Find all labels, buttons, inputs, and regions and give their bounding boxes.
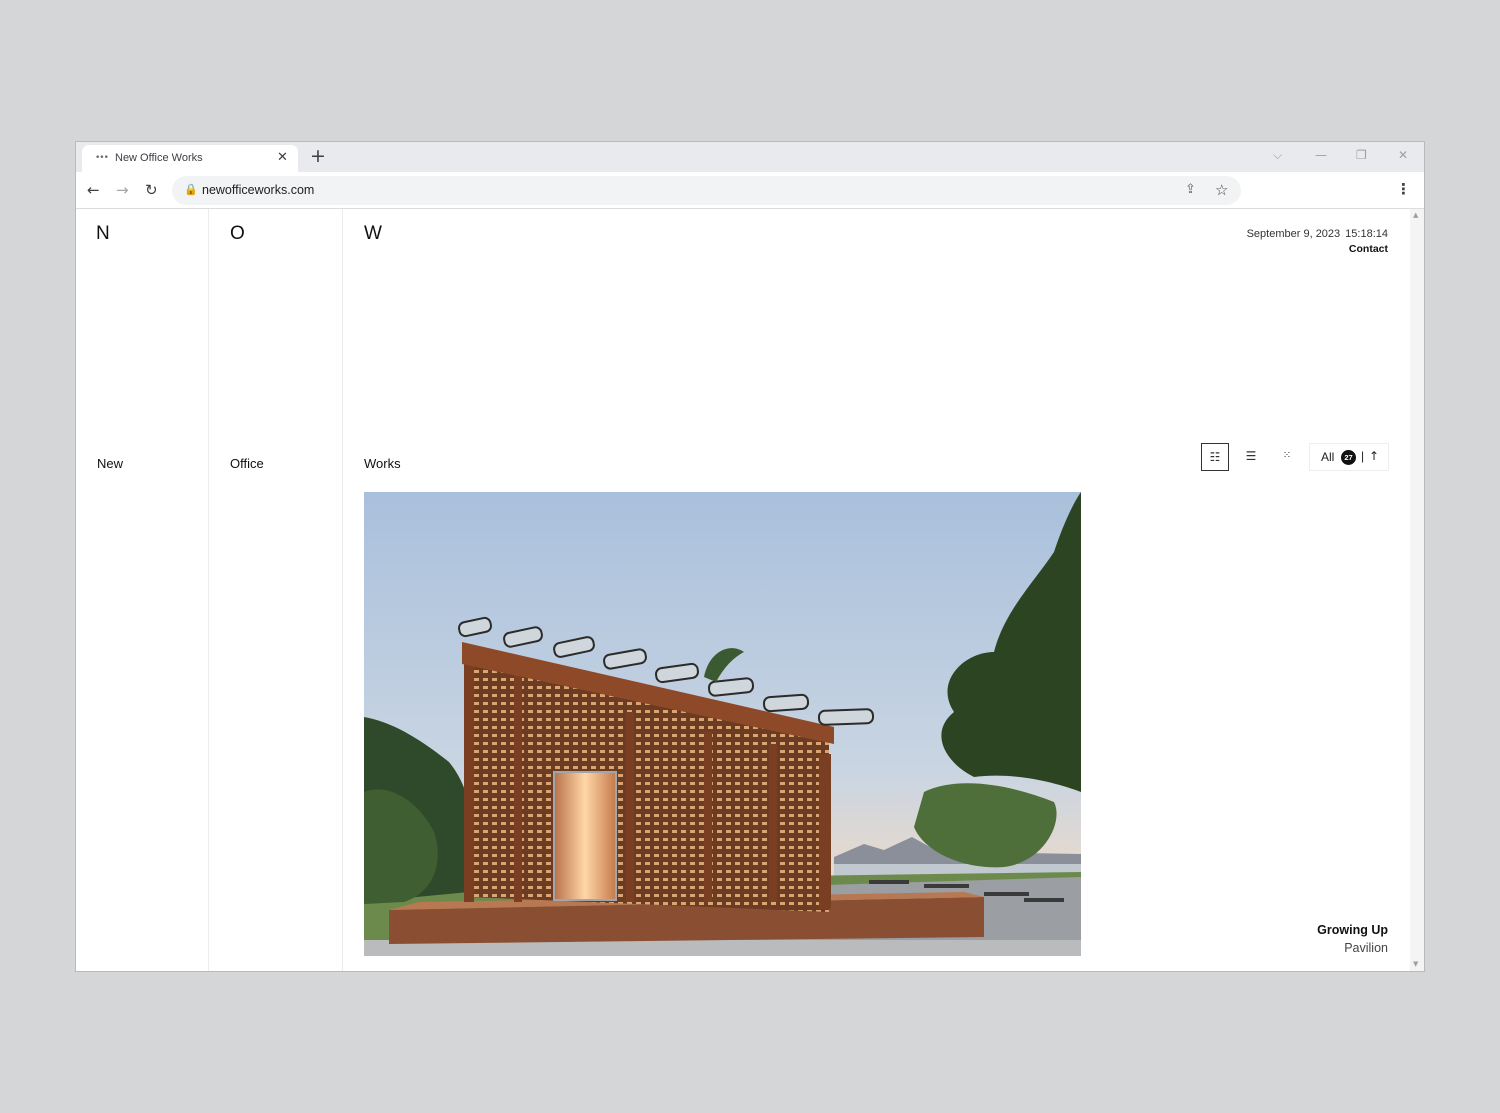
- new-tab-icon[interactable]: +: [310, 145, 326, 167]
- view-list-button[interactable]: ☰: [1237, 443, 1265, 471]
- reload-icon[interactable]: ↻: [145, 181, 158, 199]
- current-time: 15:18:14: [1345, 228, 1388, 240]
- tab-search-icon[interactable]: ⌵: [1273, 147, 1282, 163]
- current-datetime: September 9, 2023 15:18:14: [1247, 228, 1388, 241]
- url-text[interactable]: newofficeworks.com: [202, 183, 314, 197]
- scroll-up-icon[interactable]: ▲: [1413, 211, 1418, 220]
- share-icon[interactable]: ⇪: [1185, 181, 1196, 199]
- current-date: September 9, 2023: [1246, 228, 1341, 240]
- forward-icon[interactable]: →: [116, 181, 129, 199]
- browser-window: ••• New Office Works ✕ + ⌵ — ❐ ✕ ← → ↻ 🔒…: [75, 141, 1425, 972]
- favicon-icon: •••: [95, 153, 109, 163]
- project-title[interactable]: Growing Up: [1317, 923, 1388, 938]
- filter-control[interactable]: All 27 | ↑: [1309, 443, 1389, 471]
- column-divider: [208, 209, 209, 971]
- restore-icon[interactable]: ❐: [1356, 147, 1367, 163]
- browser-menu-icon[interactable]: ⋮: [1396, 180, 1411, 198]
- scrollbar[interactable]: ▲ ▼: [1410, 209, 1424, 971]
- sort-arrow-icon[interactable]: ↑: [1369, 449, 1379, 464]
- column-divider: [342, 209, 343, 971]
- close-tab-icon[interactable]: ✕: [277, 150, 288, 165]
- project-image[interactable]: [364, 492, 1081, 956]
- project-subtitle: Pavilion: [1344, 941, 1388, 955]
- tab-strip: ••• New Office Works ✕ + ⌵ — ❐ ✕: [76, 142, 1424, 172]
- tab-new-office-works[interactable]: ••• New Office Works ✕: [82, 145, 298, 172]
- nav-works[interactable]: Works: [364, 456, 401, 472]
- close-window-icon[interactable]: ✕: [1398, 147, 1408, 163]
- view-grid-button[interactable]: ⁙: [1273, 443, 1301, 471]
- address-bar[interactable]: 🔒 newofficeworks.com ⇪ ☆: [172, 176, 1241, 205]
- minimize-icon[interactable]: —: [1315, 147, 1327, 163]
- nav-new[interactable]: New: [97, 456, 123, 472]
- filter-label[interactable]: All: [1321, 450, 1334, 465]
- logo-letter-w[interactable]: W: [364, 223, 382, 245]
- contact-link[interactable]: Contact: [1349, 243, 1388, 256]
- tab-title: New Office Works: [115, 152, 203, 164]
- view-detail-button[interactable]: ☷: [1201, 443, 1229, 471]
- logo-letter-o[interactable]: O: [230, 223, 245, 245]
- lock-icon[interactable]: 🔒: [184, 183, 198, 197]
- filter-count-badge: 27: [1341, 450, 1356, 465]
- filter-separator: |: [1361, 449, 1365, 463]
- back-icon[interactable]: ←: [87, 181, 100, 199]
- nav-office[interactable]: Office: [230, 456, 264, 472]
- scroll-down-icon[interactable]: ▼: [1413, 960, 1418, 969]
- logo-letter-n[interactable]: N: [96, 223, 110, 245]
- pavilion-photo: [364, 492, 1081, 956]
- bookmark-star-icon[interactable]: ☆: [1215, 181, 1228, 199]
- browser-toolbar: ← → ↻ 🔒 newofficeworks.com ⇪ ☆ ⋮: [76, 172, 1424, 209]
- page-viewport: N O W September 9, 2023 15:18:14 Contact …: [76, 209, 1424, 971]
